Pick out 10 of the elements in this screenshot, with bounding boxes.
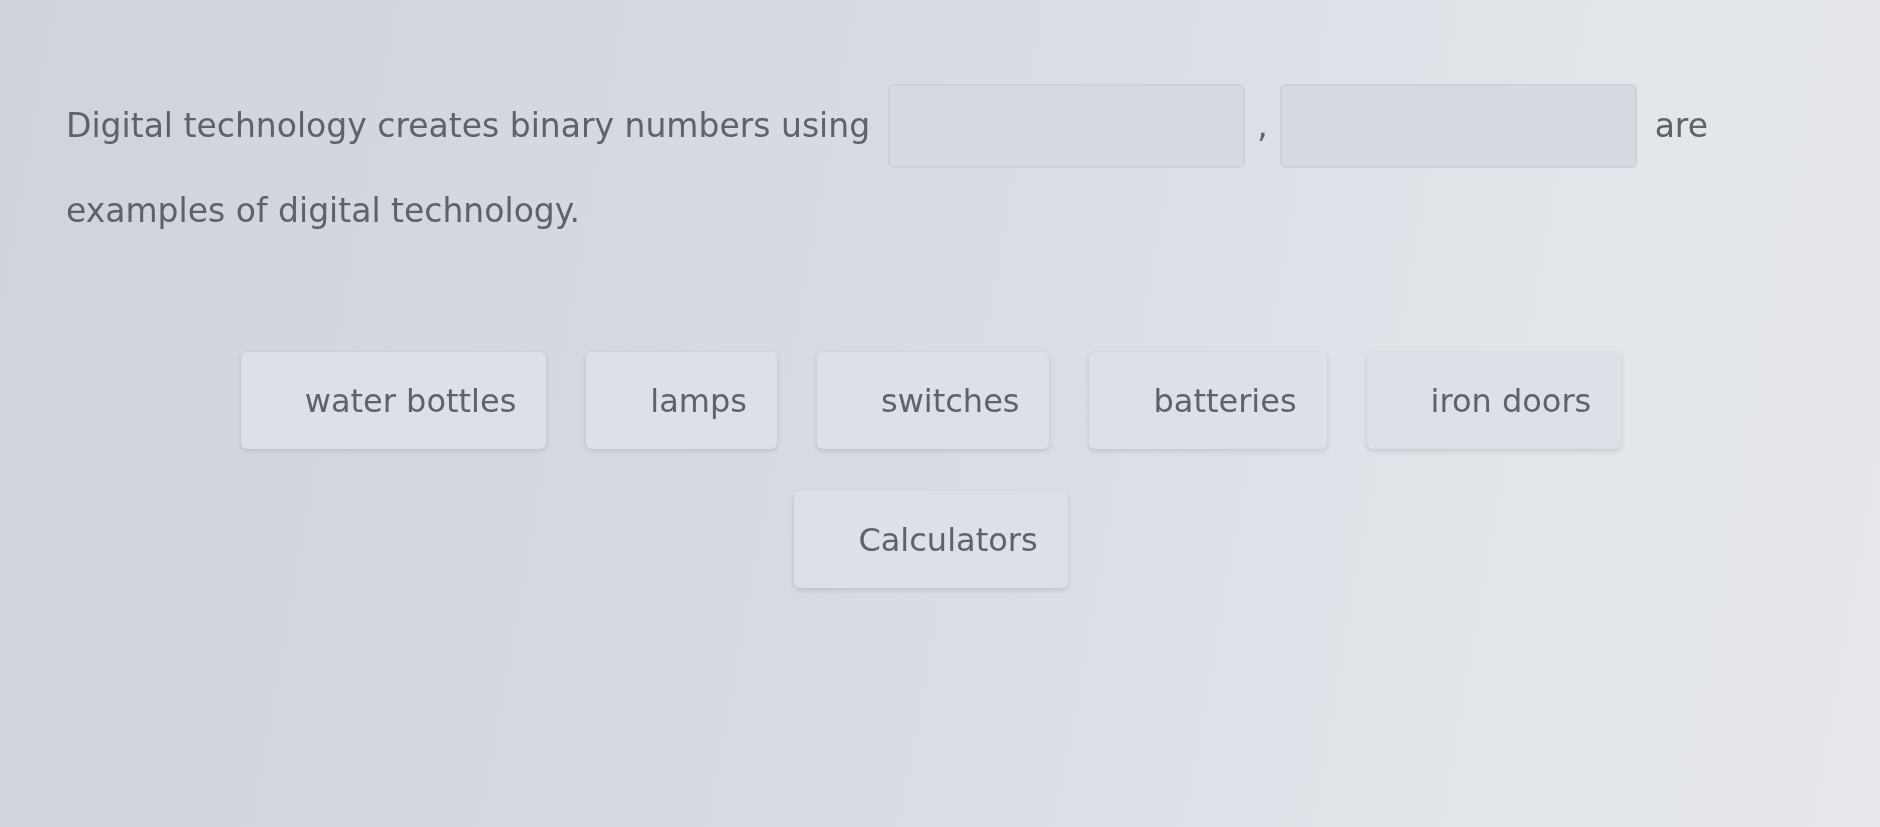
sentence-text: are: [1654, 105, 1708, 147]
sentence-text: examples of digital technology.: [66, 190, 581, 232]
sentence-text: ,: [1257, 105, 1268, 147]
answer-option[interactable]: water bottles: [240, 352, 547, 449]
answer-option[interactable]: lamps: [586, 352, 777, 449]
sentence-text: Digital technology creates binary numbers using: [66, 105, 871, 147]
answer-option[interactable]: batteries: [1089, 352, 1327, 449]
answer-option[interactable]: switches: [816, 352, 1050, 449]
answer-option[interactable]: Calculators: [794, 491, 1068, 588]
answer-option[interactable]: iron doors: [1366, 352, 1622, 449]
